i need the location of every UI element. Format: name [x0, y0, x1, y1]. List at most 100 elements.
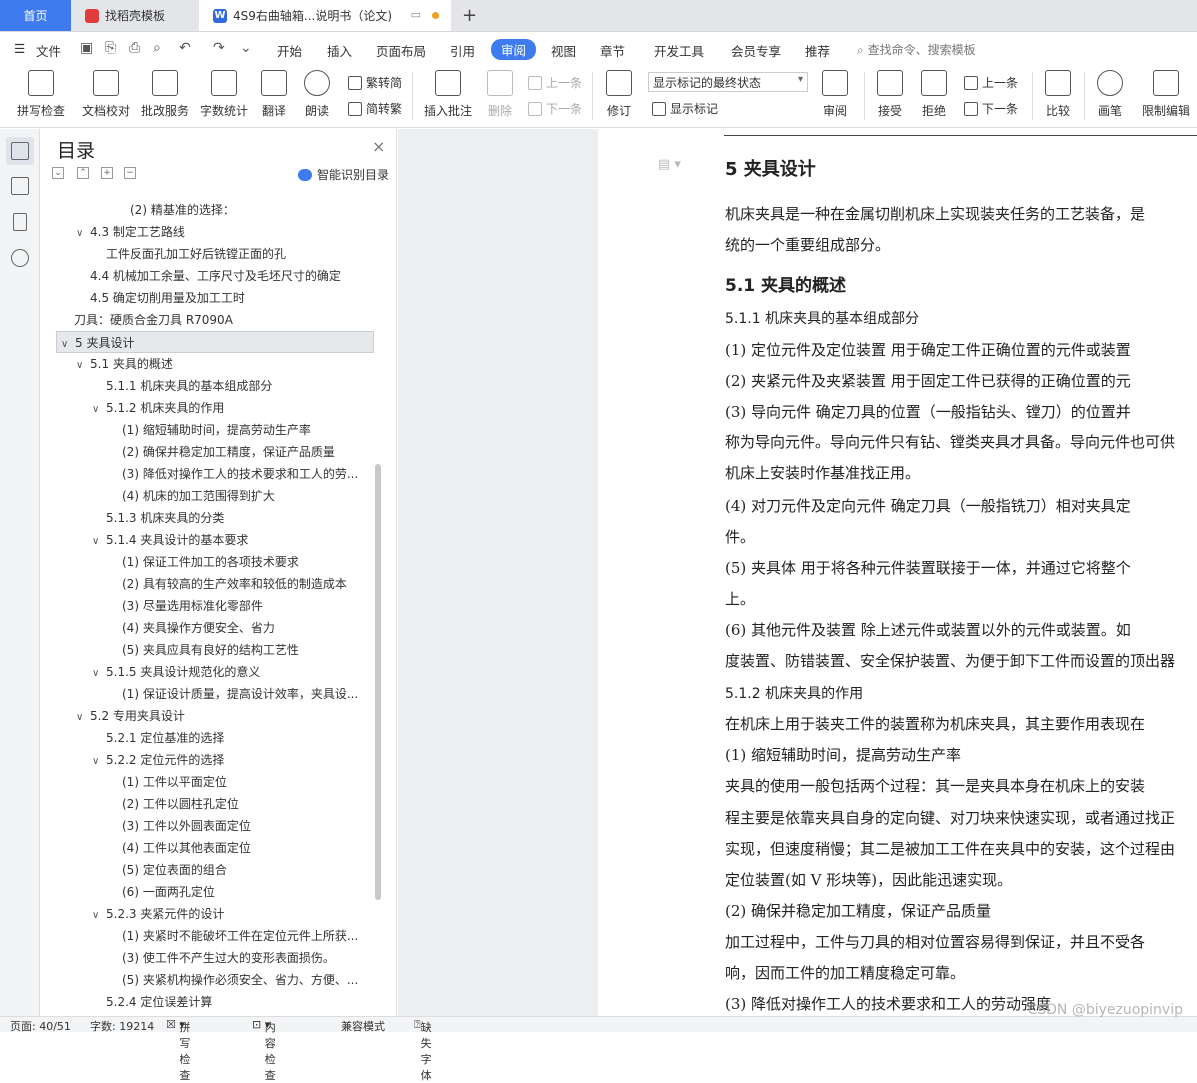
- word-count-button[interactable]: 字数统计: [198, 70, 250, 119]
- add-item-icon[interactable]: +: [101, 167, 113, 179]
- expand-up-icon[interactable]: ⌃: [77, 167, 89, 179]
- toc-item[interactable]: (1) 缩短辅助时间，提高劳动生产率: [122, 419, 370, 441]
- toc-item[interactable]: 刀具：硬质合金刀具 R7090A: [74, 309, 370, 331]
- print-icon[interactable]: ⎙: [129, 40, 140, 56]
- save-icon[interactable]: ▣: [80, 40, 93, 56]
- document-page[interactable]: ▤ ▾ 5 夹具设计 机床夹具是一种在金属切削机床上实现装夹任务的工艺装备，是统…: [598, 129, 1197, 1016]
- toc-item[interactable]: ∨ 5.2.3 夹紧元件的设计: [92, 903, 370, 925]
- translate-button[interactable]: 翻译: [256, 70, 292, 119]
- menu-reference[interactable]: 引用: [450, 41, 475, 60]
- spell-check-status[interactable]: ☒ 拼写检查 ▾: [166, 1018, 190, 1082]
- toc-item[interactable]: (4) 夹具操作方便安全、省力: [122, 617, 370, 639]
- insert-comment-button[interactable]: 插入批注: [422, 70, 474, 119]
- toc-item[interactable]: (6) 一面两孔定位: [122, 881, 370, 903]
- pen-button[interactable]: 画笔: [1092, 70, 1128, 119]
- export-pdf-icon[interactable]: ⎘: [105, 40, 116, 56]
- more-chevron-icon[interactable]: ⌄: [240, 40, 252, 56]
- toc-item[interactable]: 工件反面孔加工好后铣镗正面的孔: [106, 243, 370, 265]
- monitor-icon[interactable]: ▭: [411, 8, 421, 21]
- next-comment-button[interactable]: 下一条: [528, 100, 582, 117]
- menu-view[interactable]: 视图: [551, 41, 576, 60]
- toc-item[interactable]: (4) 工件以其他表面定位: [122, 837, 370, 859]
- toc-item[interactable]: (1) 保证工件加工的各项技术要求: [122, 551, 370, 573]
- hamburger-icon[interactable]: ☰: [14, 41, 25, 56]
- tab-home[interactable]: 首页: [0, 0, 71, 31]
- batch-service-button[interactable]: 批改服务: [139, 70, 191, 119]
- chevron-down-icon[interactable]: ∨: [92, 905, 106, 925]
- search-icon[interactable]: [11, 249, 29, 267]
- menu-review[interactable]: 审阅: [491, 39, 537, 60]
- command-search[interactable]: ⌕ 查找命令、搜索模板: [857, 41, 976, 58]
- chevron-down-icon[interactable]: ∨: [76, 355, 90, 375]
- chevron-down-icon[interactable]: ∨: [76, 707, 90, 727]
- undo-icon[interactable]: ↶: [179, 40, 191, 56]
- compare-button[interactable]: 比较: [1040, 70, 1076, 119]
- smart-toc-button[interactable]: 智能识别目录: [298, 166, 389, 183]
- toc-item[interactable]: (5) 夹紧机构操作必须安全、省力、方便、...: [122, 969, 370, 991]
- menu-layout[interactable]: 页面布局: [376, 41, 426, 60]
- tab-document[interactable]: W 4S9右曲轴箱...说明书（论文) ▭: [199, 0, 451, 31]
- toc-item[interactable]: ∨ 4.3 制定工艺路线: [76, 221, 370, 243]
- toc-item[interactable]: (2) 确保并稳定加工精度，保证产品质量: [122, 441, 370, 463]
- missing-font-status[interactable]: ⍰ 缺失字体: [414, 1018, 432, 1082]
- tab-template[interactable]: 找稻壳模板: [71, 0, 199, 31]
- toc-scrollbar[interactable]: [375, 464, 381, 900]
- toc-item[interactable]: (4) 机床的加工范围得到扩大: [122, 485, 370, 507]
- chevron-down-icon[interactable]: ∨: [76, 223, 90, 243]
- toc-item[interactable]: ∨ 5.1.2 机床夹具的作用: [92, 397, 370, 419]
- menu-chapter[interactable]: 章节: [600, 41, 625, 60]
- toc-item[interactable]: (3) 使工件不产生过大的变形表面损伤。: [122, 947, 370, 969]
- toc-item[interactable]: (5) 定位表面的组合: [122, 859, 370, 881]
- content-check-status[interactable]: ⊡ 内容检查 ▾: [252, 1018, 276, 1082]
- new-tab-button[interactable]: +: [462, 5, 477, 26]
- print-preview-icon[interactable]: ⌕: [153, 40, 161, 56]
- menu-member[interactable]: 会员专享: [731, 41, 781, 60]
- prev-change-button[interactable]: 上一条: [964, 74, 1018, 91]
- restrict-editing-button[interactable]: 限制编辑: [1138, 70, 1194, 119]
- chapter-nav-icon[interactable]: [11, 177, 29, 195]
- toc-item[interactable]: 5.2.1 定位基准的选择: [106, 727, 370, 749]
- spell-check-button[interactable]: 拼写检查: [10, 70, 72, 119]
- prev-comment-button[interactable]: 上一条: [528, 74, 582, 91]
- show-markup-button[interactable]: 显示标记: [652, 100, 718, 117]
- toc-item[interactable]: ∨ 5.2 专用夹具设计: [76, 705, 370, 727]
- chevron-down-icon[interactable]: ∨: [92, 663, 106, 683]
- accept-button[interactable]: 接受: [872, 70, 908, 119]
- toc-item[interactable]: ∨ 5.2.2 定位元件的选择: [92, 749, 370, 771]
- chevron-down-icon[interactable]: ∨: [61, 334, 75, 352]
- toc-item[interactable]: (2) 工件以圆柱孔定位: [122, 793, 370, 815]
- menu-file[interactable]: 文件: [36, 41, 61, 60]
- chevron-down-icon[interactable]: ∨: [92, 531, 106, 551]
- toc-item[interactable]: (3) 工件以外圆表面定位: [122, 815, 370, 837]
- chevron-down-icon[interactable]: ∨: [92, 751, 106, 771]
- toc-item[interactable]: 4.5 确定切削用量及加工工时: [90, 287, 370, 309]
- track-changes-button[interactable]: 修订: [600, 70, 638, 119]
- toc-item[interactable]: ∨ 5.1.4 夹具设计的基本要求: [92, 529, 370, 551]
- delete-comment-button[interactable]: 删除: [480, 70, 520, 119]
- menu-insert[interactable]: 插入: [327, 41, 352, 60]
- toc-item[interactable]: 5.1.3 机床夹具的分类: [106, 507, 370, 529]
- paragraph-menu-icon[interactable]: ▤ ▾: [658, 157, 681, 172]
- toc-item[interactable]: ∨ 5.1.5 夹具设计规范化的意义: [92, 661, 370, 683]
- read-aloud-button[interactable]: 朗读: [300, 70, 334, 119]
- redo-icon[interactable]: ↷: [213, 40, 225, 56]
- remove-item-icon[interactable]: −: [124, 167, 136, 179]
- to-simplified-button[interactable]: 繁转简: [348, 74, 402, 91]
- toc-item[interactable]: (3) 降低对操作工人的技术要求和工人的劳...: [122, 463, 370, 485]
- toc-item[interactable]: 4.4 机械加工余量、工序尺寸及毛坯尺寸的确定: [90, 265, 370, 287]
- toc-item[interactable]: (1) 工件以平面定位: [122, 771, 370, 793]
- menu-start[interactable]: 开始: [277, 41, 302, 60]
- collapse-all-icon[interactable]: ⌄: [52, 167, 64, 179]
- bookmark-icon[interactable]: [13, 213, 27, 231]
- to-traditional-button[interactable]: 简转繁: [348, 100, 402, 117]
- toc-item[interactable]: (2) 精基准的选择：: [130, 199, 370, 221]
- toc-item[interactable]: 5.2.4 定位误差计算: [106, 991, 370, 1013]
- menu-developer[interactable]: 开发工具: [654, 41, 704, 60]
- toc-item[interactable]: 5.1.1 机床夹具的基本组成部分: [106, 375, 370, 397]
- proofread-button[interactable]: 文档校对: [80, 70, 132, 119]
- markup-mode-select[interactable]: 显示标记的最终状态: [648, 72, 808, 92]
- toc-item[interactable]: (2) 具有较高的生产效率和较低的制造成本: [122, 573, 370, 595]
- reject-button[interactable]: 拒绝: [916, 70, 952, 119]
- toc-item[interactable]: ∨ 5 夹具设计: [56, 331, 374, 353]
- review-pane-button[interactable]: 审阅: [816, 70, 854, 119]
